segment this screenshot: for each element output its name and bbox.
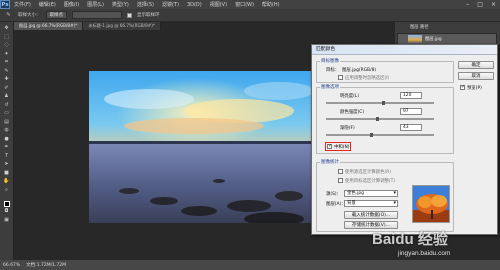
healing-tool-icon[interactable]: ✚ (2, 76, 11, 83)
screen-mode-icon[interactable]: ▣ (2, 217, 11, 224)
tools-panel: ✥ ⬚ ◌ ✦ ⌗ ✎ ✚ ✐ ♟ ↺ ▭ ▤ ◍ ● ✒ T ➤ ■ ✋ ⌕ … (0, 22, 14, 260)
menu-edit[interactable]: 编辑(E) (35, 1, 60, 8)
baidu-watermark: Baidu 经验 (372, 231, 448, 248)
eyedropper-icon[interactable]: ✎ (4, 12, 13, 19)
dodge-tool-icon[interactable]: ● (2, 136, 11, 143)
minimize-icon[interactable]: – (462, 1, 473, 8)
autumn-tree-image (413, 186, 449, 222)
type-tool-icon[interactable]: T (2, 153, 11, 160)
match-color-dialog: 匹配颜色 目标图像 目标： 图层.jpg(RGB/8) 应用调整时忽略选区(I)… (311, 44, 498, 235)
menu-window[interactable]: 窗口(W) (231, 1, 258, 8)
source-select[interactable]: 金色.jpg (344, 190, 398, 197)
fade-label: 渐隐(F) (340, 126, 355, 131)
document-size: 文档:1.72M/1.72M (26, 263, 67, 268)
menu-file[interactable]: 文件(F) (10, 1, 35, 8)
move-tool-icon[interactable]: ✥ (2, 25, 11, 32)
preview-checkbox[interactable] (460, 85, 465, 90)
layers-panel-tab[interactable]: 图层 路径 (410, 24, 429, 30)
source-label: 源(S)： (326, 192, 341, 197)
quick-mask-icon[interactable]: ◘ (2, 208, 11, 215)
neutralize-label: 中和(N) (334, 145, 350, 150)
layer-select-label: 图层(A)： (326, 202, 346, 207)
image-options-legend: 图像选项 (320, 84, 340, 90)
menu-filter[interactable]: 滤镜(T) (158, 1, 183, 8)
luminance-label: 明亮度(L) (340, 94, 360, 99)
color-intensity-label: 颜色强度(C) (340, 110, 365, 115)
brush-tool-icon[interactable]: ✐ (2, 85, 11, 92)
target-value: 图层.jpg(RGB/8) (342, 68, 377, 73)
use-source-selection-checkbox[interactable] (338, 169, 343, 174)
use-target-selection-checkbox[interactable] (338, 178, 343, 183)
shape-tool-icon[interactable]: ■ (2, 170, 11, 177)
color-intensity-input[interactable]: 97 (400, 108, 422, 115)
lasso-tool-icon[interactable]: ◌ (2, 42, 11, 49)
fade-slider-thumb[interactable] (370, 133, 373, 137)
color-intensity-slider[interactable] (326, 118, 434, 120)
menu-bar: Ps 文件(F) 编辑(E) 图像(I) 图层(L) 类型(Y) 选择(S) 滤… (0, 0, 500, 9)
menu-help[interactable]: 帮助(H) (258, 1, 284, 8)
document-image (89, 71, 315, 223)
show-sampling-ring-label: 显示取样环 (137, 13, 160, 18)
clone-stamp-tool-icon[interactable]: ♟ (2, 93, 11, 100)
menu-select[interactable]: 选择(S) (133, 1, 158, 8)
zoom-level[interactable]: 66.67% (3, 263, 20, 268)
menu-image[interactable]: 图像(I) (60, 1, 83, 8)
marquee-tool-icon[interactable]: ⬚ (2, 34, 11, 41)
status-bar: 66.67% 文档:1.72M/1.72M (0, 260, 500, 270)
hand-tool-icon[interactable]: ✋ (2, 178, 11, 185)
gradient-tool-icon[interactable]: ▤ (2, 119, 11, 126)
show-sampling-ring-checkbox[interactable] (127, 12, 132, 18)
zoom-tool-icon[interactable]: ⌕ (2, 187, 11, 194)
options-bar: ✎ 取样大小： 取样点 显示取样环 (0, 9, 500, 22)
seascape-photo (89, 71, 315, 223)
fade-input[interactable]: 43 (400, 124, 422, 131)
path-select-tool-icon[interactable]: ➤ (2, 161, 11, 168)
ignore-selection-label: 应用调整时忽略选区(I) (345, 76, 390, 81)
color-intensity-slider-thumb[interactable] (376, 117, 379, 121)
luminance-input[interactable]: 120 (400, 92, 422, 99)
use-source-selection-label: 使用源选区计算颜色(R) (345, 170, 391, 175)
luminance-slider-thumb[interactable] (382, 101, 385, 105)
foreground-color-swatch[interactable] (3, 200, 10, 207)
sample-size-label: 取样大小： (18, 13, 41, 18)
layer-select[interactable]: 背景 (344, 200, 398, 207)
sample-size-select[interactable]: 取样点 (45, 11, 67, 19)
menu-layer[interactable]: 图层(L) (83, 1, 108, 8)
tab-document-1[interactable]: 图层.jpg @ 66.7%(RGB/8#)* (14, 22, 84, 30)
tab-document-2[interactable]: 未标题-1.jpg @ 66.7%(RGB/8#)* (83, 22, 161, 30)
watermark-url: jingyan.baidu.com (398, 250, 451, 257)
target-label: 目标： (326, 68, 340, 73)
crop-tool-icon[interactable]: ⌗ (2, 59, 11, 66)
eyedropper-tool-icon[interactable]: ✎ (2, 68, 11, 75)
target-image-legend: 目标图像 (320, 58, 340, 64)
pen-tool-icon[interactable]: ✒ (2, 144, 11, 151)
close-icon[interactable]: × (487, 1, 500, 8)
document-tabs: 图层.jpg @ 66.7%(RGB/8#)* 未标题-1.jpg @ 66.7… (14, 22, 294, 30)
menu-3d[interactable]: 3D(D) (183, 2, 206, 8)
menu-view[interactable]: 视图(V) (206, 1, 231, 8)
dialog-title: 匹配颜色 (312, 45, 497, 55)
ok-button[interactable]: 确定 (458, 61, 494, 69)
load-statistics-button[interactable]: 载入统计数据(O)... (344, 211, 398, 219)
menu-type[interactable]: 类型(Y) (108, 1, 133, 8)
preview-label: 预览(P) (467, 86, 482, 91)
ignore-selection-checkbox[interactable] (338, 75, 343, 80)
history-brush-tool-icon[interactable]: ↺ (2, 102, 11, 109)
layer-thumbnail (408, 34, 422, 44)
blur-tool-icon[interactable]: ◍ (2, 127, 11, 134)
layer-name: 图层.jpg (425, 37, 442, 42)
image-statistics-legend: 图像统计 (320, 159, 340, 165)
sample-layers-select[interactable] (72, 11, 122, 19)
maximize-icon[interactable]: □ (473, 1, 487, 8)
cancel-button[interactable]: 取消 (458, 72, 494, 80)
luminance-slider[interactable] (326, 102, 434, 104)
use-target-selection-label: 使用目标选区计算调整(T) (345, 179, 396, 184)
eraser-tool-icon[interactable]: ▭ (2, 110, 11, 117)
source-preview-thumbnail (412, 185, 450, 223)
photoshop-logo: Ps (0, 0, 10, 9)
quick-select-tool-icon[interactable]: ✦ (2, 51, 11, 58)
fade-slider[interactable] (326, 134, 434, 136)
neutralize-checkbox[interactable] (327, 144, 332, 149)
